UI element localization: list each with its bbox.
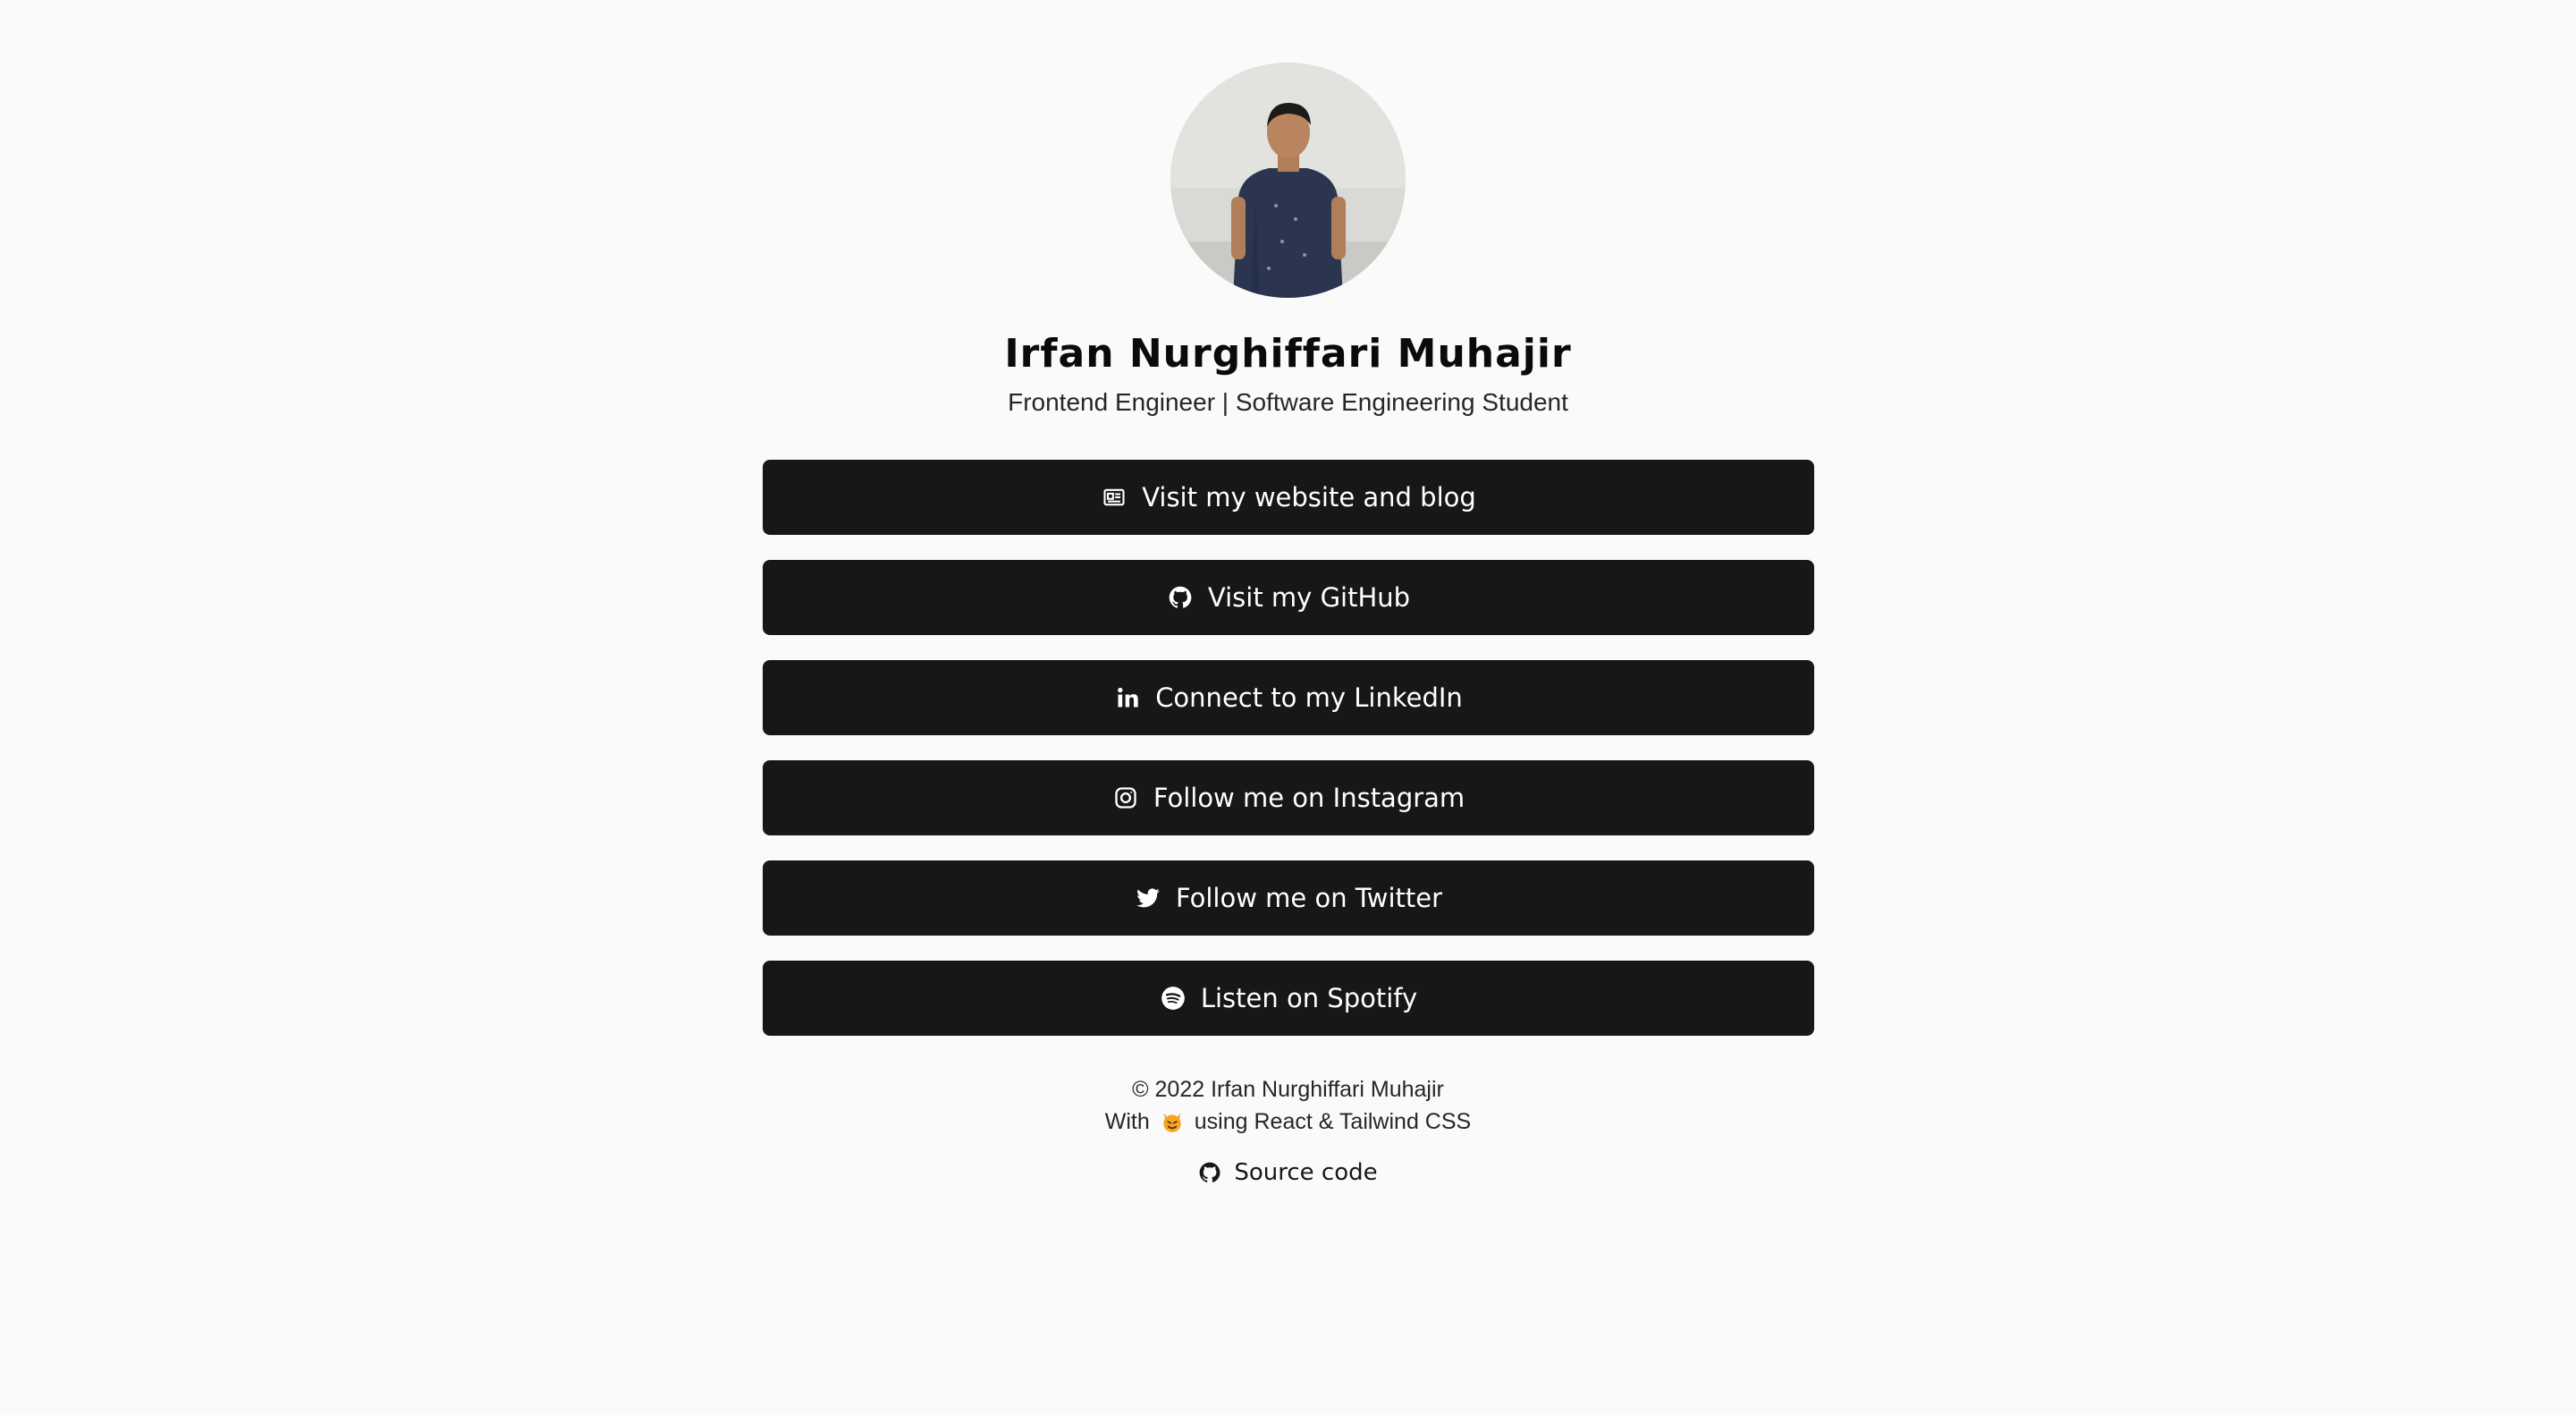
using-label: using React & Tailwind CSS [1194,1109,1472,1134]
spotify-label: Listen on Spotify [1200,983,1418,1013]
twitter-button[interactable]: Follow me on Twitter [763,860,1814,936]
website-blog-button[interactable]: Visit my website and blog [763,460,1814,535]
linkedin-label: Connect to my LinkedIn [1155,682,1463,713]
with-label: With [1104,1109,1150,1134]
profile-name: Irfan Nurghiffari Muhajir [1004,331,1572,377]
source-code-link[interactable]: Source code [0,1159,2576,1186]
spotify-button[interactable]: Listen on Spotify [763,961,1814,1036]
github-icon [1167,584,1194,611]
spotify-icon [1160,985,1187,1012]
twitter-label: Follow me on Twitter [1175,883,1443,913]
instagram-button[interactable]: Follow me on Instagram [763,760,1814,835]
avatar [1170,63,1406,298]
github-button[interactable]: Visit my GitHub [763,560,1814,635]
built-with-text: With using React & Tailwind CSS [0,1106,2576,1138]
website-blog-label: Visit my website and blog [1142,482,1476,513]
instagram-label: Follow me on Instagram [1153,783,1465,813]
link-list: Visit my website and blog Visit my GitHu… [763,460,1814,1061]
instagram-icon [1112,784,1139,811]
twitter-icon [1135,885,1161,911]
devil-emoji-icon [1161,1110,1184,1133]
linkedin-button[interactable]: Connect to my LinkedIn [763,660,1814,735]
newspaper-icon [1101,484,1128,511]
source-code-label: Source code [1234,1159,1378,1186]
linkedin-icon [1114,684,1141,711]
page: Irfan Nurghiffari Muhajir Frontend Engin… [0,0,2576,1415]
github-label: Visit my GitHub [1207,582,1411,613]
copyright-text: © 2022 Irfan Nurghiffari Muhajir [1132,1077,1444,1102]
github-icon [1198,1161,1221,1184]
profile-tagline: Frontend Engineer | Software Engineering… [1008,388,1568,416]
footer: © 2022 Irfan Nurghiffari Muhajir With us… [0,1073,2576,1138]
